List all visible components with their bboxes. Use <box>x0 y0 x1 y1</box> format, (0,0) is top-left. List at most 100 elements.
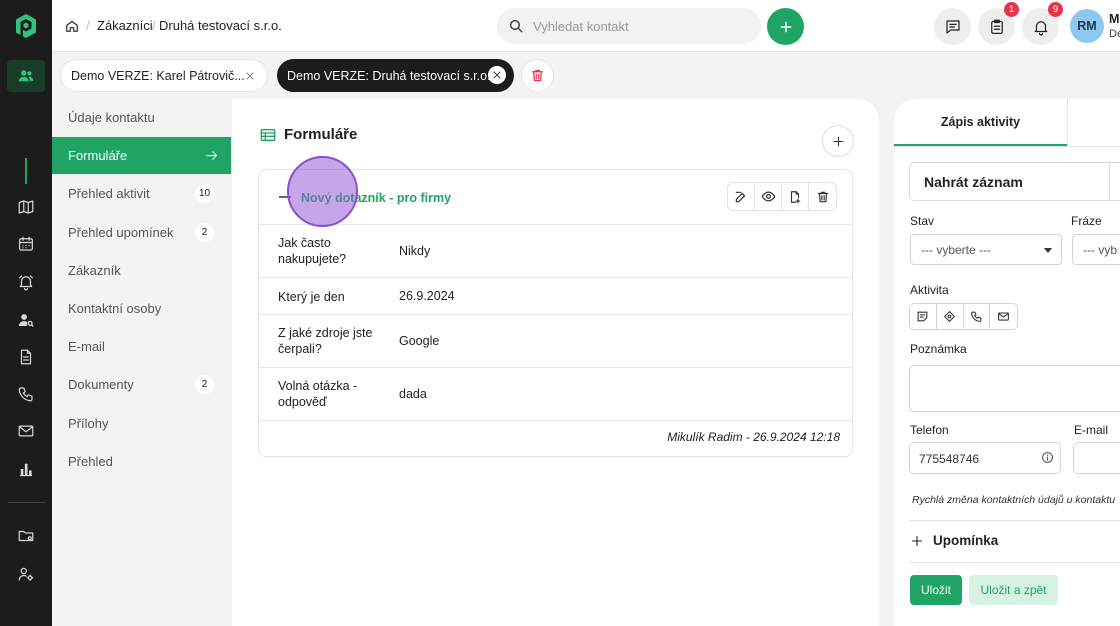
upload-divider <box>1109 162 1110 201</box>
question: Volná otázka - odpověď <box>278 379 358 409</box>
add-reminder-toggle[interactable]: Upomínka <box>911 533 998 548</box>
page-title: Formuláře <box>284 126 358 143</box>
menu-item-attachments[interactable]: Přílohy <box>52 405 231 442</box>
question: Z jaké zdroje jste čerpali? <box>278 326 373 356</box>
count-badge: 2 <box>195 375 214 394</box>
add-form-button[interactable] <box>822 125 854 157</box>
phone-input[interactable]: 775548746 <box>909 442 1061 474</box>
phone-icon[interactable] <box>964 304 991 329</box>
form-answer-row: Jak často nakupujete? Nikdy <box>259 225 852 278</box>
calendar-icon[interactable] <box>7 228 45 260</box>
menu-item-label: Přílohy <box>68 416 109 431</box>
tab-activity-entry[interactable]: Zápis aktivity <box>894 99 1067 146</box>
arrow-right-icon <box>204 148 219 163</box>
close-icon[interactable] <box>241 67 259 85</box>
form-answer-row: Který je den 26.9.2024 <box>259 278 852 315</box>
plus-icon <box>911 535 923 546</box>
search-input[interactable] <box>533 8 753 44</box>
user-search-icon[interactable] <box>7 304 45 336</box>
menu-item-label: Dokumenty <box>68 377 134 392</box>
menu-item-contact-persons[interactable]: Kontaktní osoby <box>52 290 231 327</box>
tab-label: Demo VERZE: Karel Pátrovič... <box>71 68 245 83</box>
menu-item-label: Údaje kontaktu <box>68 110 155 125</box>
answer: Google <box>399 334 440 348</box>
activity-type-group <box>909 303 1018 330</box>
tag-icon[interactable] <box>937 304 964 329</box>
breadcrumb-separator: / <box>152 18 156 33</box>
phrase-select[interactable]: --- vyb <box>1072 234 1120 265</box>
phone-label: Telefon <box>910 423 949 437</box>
count-badge: 2 <box>195 223 214 242</box>
notifications-badge: 9 <box>1048 2 1063 17</box>
home-icon[interactable] <box>65 19 79 33</box>
eye-icon[interactable] <box>755 183 782 210</box>
menu-item-email[interactable]: E-mail <box>52 328 231 365</box>
menu-item-overview[interactable]: Přehled <box>52 443 231 480</box>
search-icon <box>508 18 524 34</box>
rail-divider-line <box>25 158 27 184</box>
file-export-icon[interactable] <box>782 183 809 210</box>
alarm-bell-icon[interactable] <box>7 266 45 298</box>
folder-settings-icon[interactable] <box>7 520 45 552</box>
contacts-nav-icon[interactable] <box>7 60 45 92</box>
nav-rail <box>0 0 52 626</box>
menu-item-reminders[interactable]: Přehled upomínek 2 <box>52 214 231 251</box>
quick-contact-change-hint: Rychlá změna kontaktních údajů u kontakt… <box>912 494 1116 506</box>
menu-item-contact-details[interactable]: Údaje kontaktu <box>52 99 231 136</box>
note-icon[interactable] <box>910 304 937 329</box>
notifications-button[interactable]: 9 <box>1022 2 1063 45</box>
add-contact-button[interactable] <box>767 8 804 45</box>
save-button[interactable]: Uložit <box>910 575 962 605</box>
tab-divider <box>1067 99 1068 146</box>
upload-record-button[interactable]: Nahrát záznam <box>909 162 1120 201</box>
messages-button[interactable] <box>934 8 971 45</box>
tab-druha-testovaci[interactable]: Demo VERZE: Druhá testovací s.r.o. <box>277 59 514 92</box>
state-select[interactable]: --- vyberte --- <box>910 234 1062 265</box>
menu-item-label: Přehled <box>68 454 113 469</box>
user-name[interactable]: M <box>1109 12 1119 26</box>
answer: 26.9.2024 <box>399 289 455 303</box>
phone-icon[interactable] <box>7 378 45 410</box>
answer: dada <box>399 387 427 401</box>
activity-panel: Zápis aktivity Nahrát záznam Stav Fráze … <box>894 99 1120 626</box>
menu-item-label: Kontaktní osoby <box>68 301 162 316</box>
table-icon <box>260 128 276 142</box>
app-logo <box>16 14 36 38</box>
user-settings-icon[interactable] <box>7 558 45 590</box>
close-all-tabs-button[interactable] <box>521 59 554 92</box>
edit-icon[interactable] <box>728 183 755 210</box>
tab-underline <box>894 146 1120 147</box>
breadcrumb-customers[interactable]: Zákazníci <box>97 18 153 33</box>
stats-bar-icon[interactable] <box>7 453 45 485</box>
close-icon[interactable] <box>488 66 506 84</box>
tab-karel-patrovic[interactable]: Demo VERZE: Karel Pátrovič... <box>60 59 268 92</box>
mail-icon[interactable] <box>7 415 45 447</box>
email-input[interactable] <box>1073 442 1120 474</box>
breadcrumb-current[interactable]: Druhá testovací s.r.o. <box>159 18 282 33</box>
phone-value: 775548746 <box>919 452 980 466</box>
user-avatar[interactable]: RM <box>1070 9 1104 43</box>
map-icon[interactable] <box>7 191 45 223</box>
menu-item-label: Přehled upomínek <box>68 225 174 240</box>
save-and-back-button[interactable]: Uložit a zpět <box>969 575 1058 605</box>
menu-item-documents[interactable]: Dokumenty 2 <box>52 366 231 403</box>
mail-icon[interactable] <box>990 304 1017 329</box>
trash-icon[interactable] <box>809 183 836 210</box>
menu-item-activities[interactable]: Přehled aktivit 10 <box>52 175 231 212</box>
rail-separator <box>8 502 45 503</box>
info-icon[interactable] <box>1041 451 1054 464</box>
menu-item-label: Formuláře <box>68 148 128 163</box>
click-highlight <box>287 156 358 227</box>
bell-icon <box>1034 20 1047 35</box>
menu-item-customer[interactable]: Zákazník <box>52 252 231 289</box>
tasks-button[interactable]: 1 <box>978 2 1019 45</box>
menu-item-label: Zákazník <box>68 263 121 278</box>
count-badge: 10 <box>195 184 214 203</box>
menu-item-forms[interactable]: Formuláře <box>52 137 231 174</box>
tasks-badge: 1 <box>1004 2 1019 17</box>
form-answer-row: Z jaké zdroje jste čerpali? Google <box>259 315 852 368</box>
contact-search[interactable] <box>497 8 761 44</box>
state-select-value: --- vyberte --- <box>921 243 991 257</box>
note-textarea[interactable] <box>909 365 1120 412</box>
document-icon[interactable] <box>7 341 45 373</box>
